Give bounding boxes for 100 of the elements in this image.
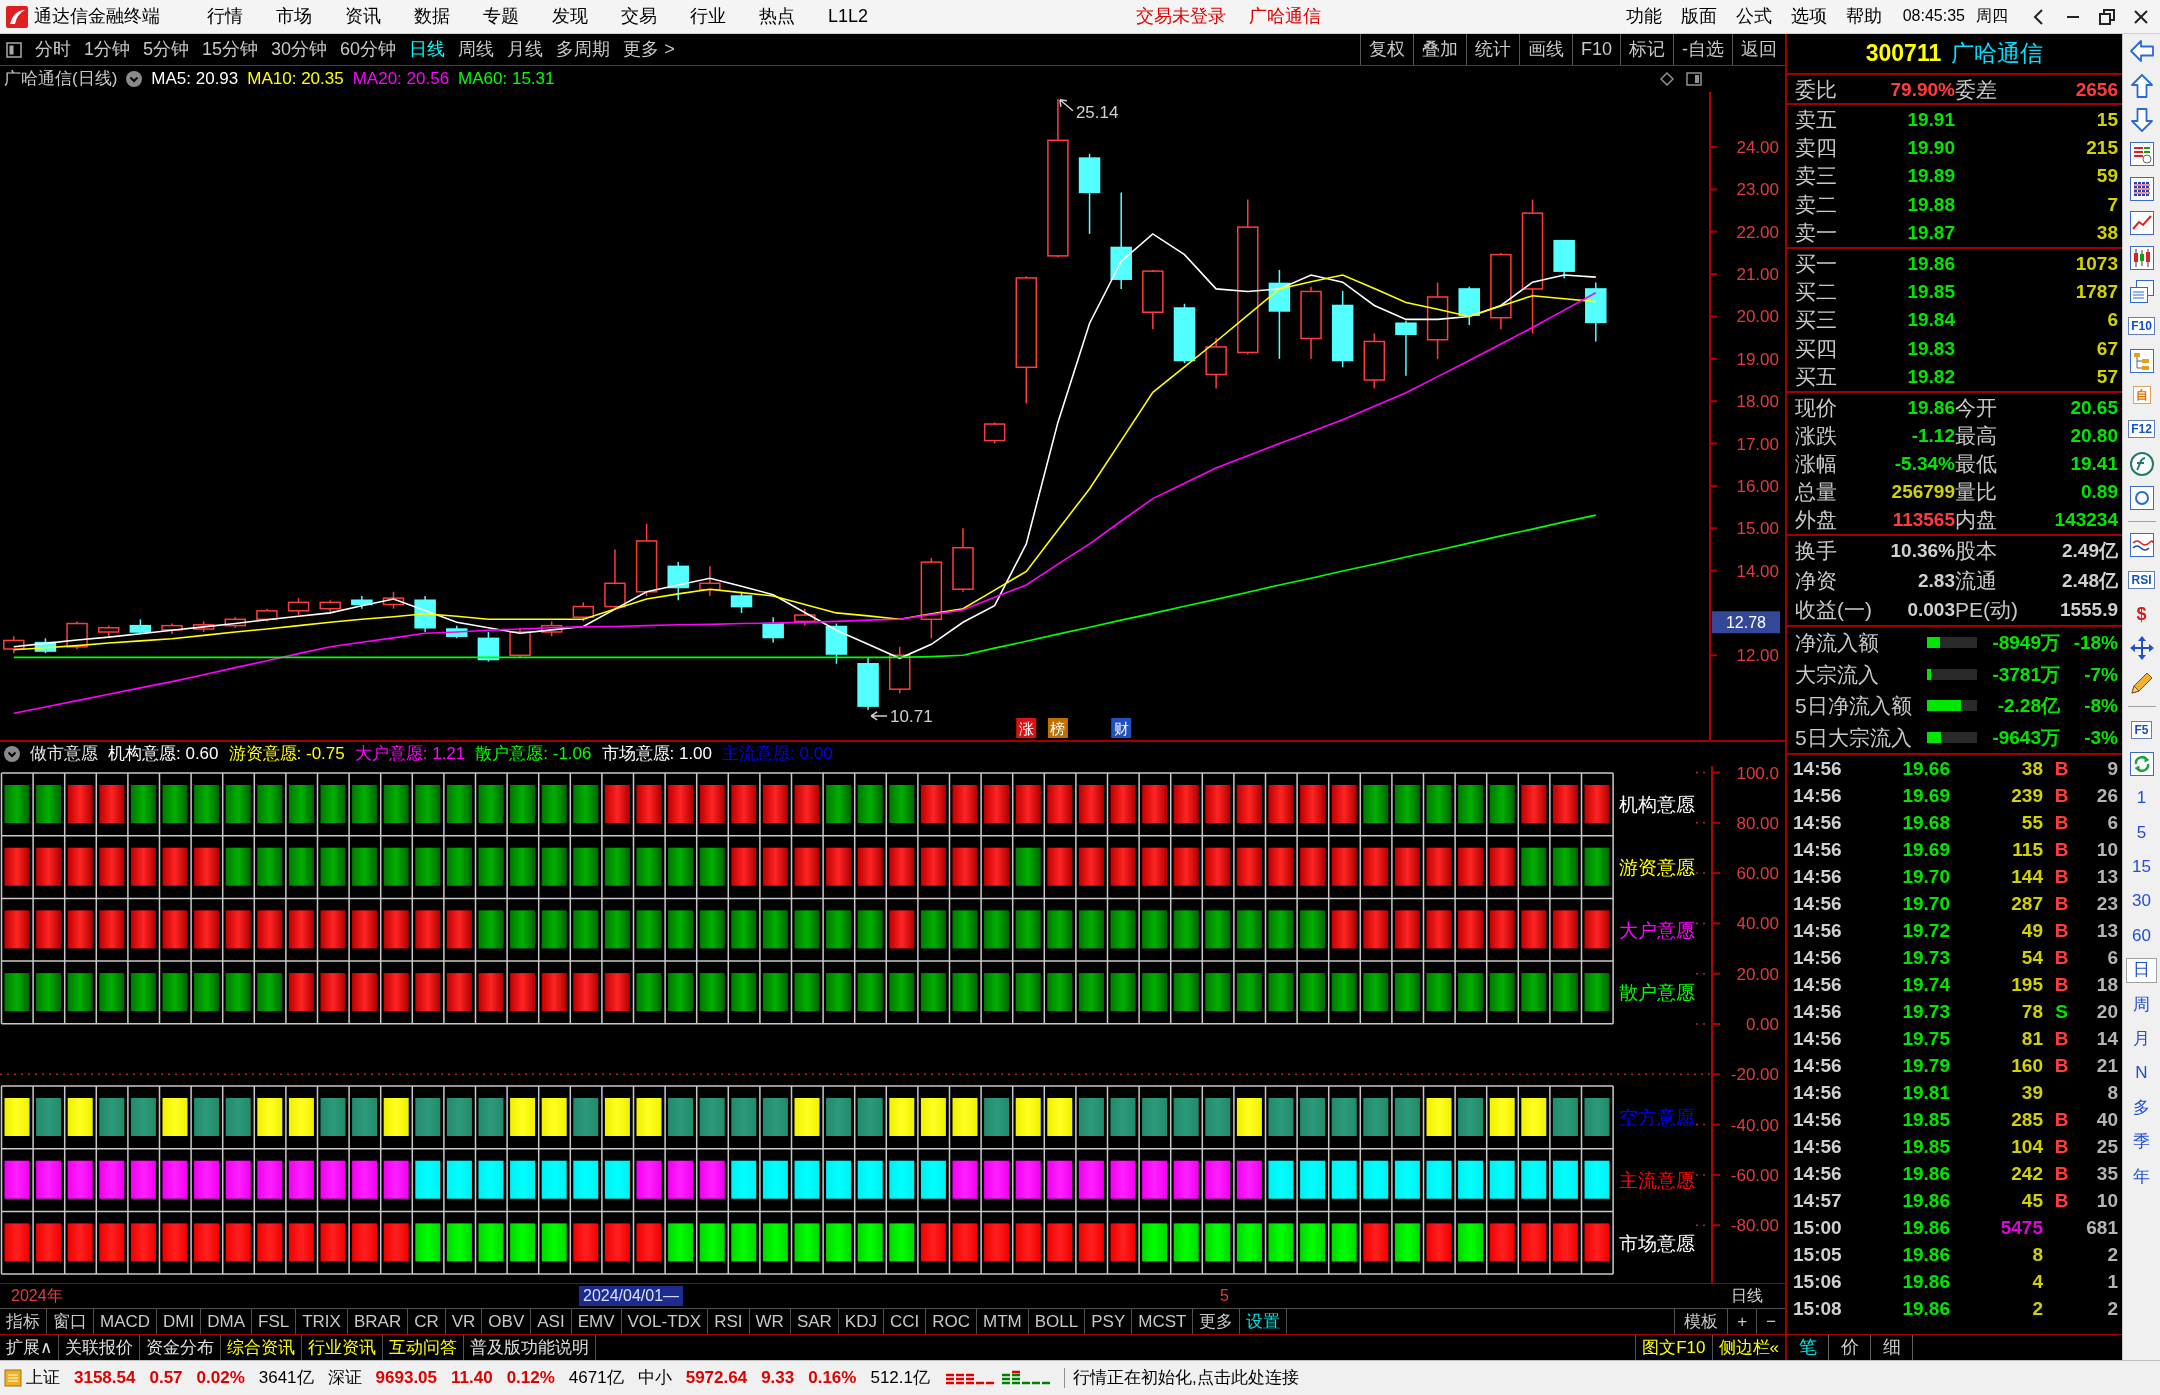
menu-item[interactable]: 热点 xyxy=(759,6,795,27)
period-tab[interactable]: 15分钟 xyxy=(202,39,259,60)
indicator-tab[interactable]: TRIX xyxy=(296,1309,348,1334)
period-tab[interactable]: 60分钟 xyxy=(340,39,397,60)
menu-item[interactable]: 帮助 xyxy=(1845,6,1882,27)
period-button[interactable]: 30 xyxy=(2126,890,2157,914)
toolbar-button[interactable]: -自选 xyxy=(1673,34,1732,65)
indicator-tab[interactable]: DMA xyxy=(201,1309,252,1334)
tool-button[interactable]: F5 xyxy=(2131,720,2152,739)
menu-item[interactable]: 行业 xyxy=(690,6,726,27)
indicator-tab[interactable]: WR xyxy=(749,1309,791,1334)
menu-item[interactable]: 公式 xyxy=(1735,6,1772,27)
template-button[interactable]: − xyxy=(1756,1309,1785,1334)
restore-icon[interactable] xyxy=(2098,7,2116,26)
table-icon[interactable] xyxy=(2128,141,2155,168)
indicator-tab[interactable]: MTM xyxy=(977,1309,1029,1334)
template-button[interactable]: + xyxy=(1727,1309,1757,1334)
menu-item[interactable]: 交易 xyxy=(621,6,657,27)
indicator-tab[interactable]: SAR xyxy=(790,1309,839,1334)
menu-item[interactable]: 版面 xyxy=(1680,6,1717,27)
tool-button[interactable]: F12 xyxy=(2128,420,2155,439)
indicator-tab[interactable]: FSL xyxy=(252,1309,297,1334)
formula-icon[interactable] xyxy=(2128,450,2155,477)
menu-item[interactable]: L1L2 xyxy=(828,6,869,27)
indicator-tab[interactable]: RSI xyxy=(708,1309,750,1334)
period-button[interactable]: 60 xyxy=(2126,924,2157,948)
period-button[interactable]: 年 xyxy=(2127,1165,2156,1189)
event-tag[interactable]: 财 xyxy=(1111,718,1132,738)
toolbar-button[interactable]: 画线 xyxy=(1518,34,1572,65)
dropdown-icon[interactable] xyxy=(126,71,143,87)
menu-item[interactable]: 选项 xyxy=(1790,6,1827,27)
diamond-icon[interactable] xyxy=(1660,72,1674,86)
panel-icon[interactable] xyxy=(1686,72,1702,86)
period-tab[interactable]: 更多 > xyxy=(623,39,675,60)
candlestick-icon[interactable] xyxy=(2128,244,2155,271)
indicator-tab[interactable]: 更多 xyxy=(1193,1309,1241,1334)
period-button[interactable]: 1 xyxy=(2130,787,2153,810)
toolbar-button[interactable]: 复权 xyxy=(1359,34,1413,65)
dropdown-icon[interactable] xyxy=(4,746,20,762)
wave-chart-icon[interactable] xyxy=(2128,532,2155,559)
indicator-tab[interactable]: VOL-TDX xyxy=(621,1309,709,1334)
indicator-tab[interactable]: VR xyxy=(445,1309,483,1334)
up-arrow-icon[interactable] xyxy=(2128,72,2155,99)
list-icon[interactable] xyxy=(2128,175,2155,202)
period-button[interactable]: 周 xyxy=(2127,993,2156,1017)
notice-text[interactable]: 交易未登录 xyxy=(1136,6,1227,27)
menu-item[interactable]: 行情 xyxy=(207,6,243,27)
windows-icon[interactable] xyxy=(2128,278,2155,305)
indicator-tab[interactable]: BRAR xyxy=(347,1309,409,1334)
panel-icon[interactable] xyxy=(6,41,22,58)
indicator-tab[interactable]: OBV xyxy=(482,1309,532,1334)
toolbar-button[interactable]: 统计 xyxy=(1465,34,1519,65)
toolbar-button[interactable]: 叠加 xyxy=(1412,34,1466,65)
period-button[interactable]: 季 xyxy=(2127,1131,2156,1154)
notice-text[interactable]: 广哈通信 xyxy=(1249,6,1322,27)
period-tab[interactable]: 5分钟 xyxy=(143,39,190,60)
menu-item[interactable]: 发现 xyxy=(552,6,588,27)
down-arrow-icon[interactable] xyxy=(2128,106,2155,133)
indicator-tab[interactable]: 设置 xyxy=(1240,1309,1288,1334)
status-message[interactable]: 行情正在初始化,点击此处连接 xyxy=(1063,1368,1299,1388)
period-tab[interactable]: 周线 xyxy=(458,39,495,60)
close-icon[interactable] xyxy=(2132,7,2150,26)
indicator-tab[interactable]: PSY xyxy=(1085,1309,1133,1334)
indicator-tab[interactable]: BOLL xyxy=(1028,1309,1086,1334)
period-button[interactable]: 5 xyxy=(2130,821,2153,845)
period-tab[interactable]: 分时 xyxy=(35,39,71,60)
period-tab[interactable]: 1分钟 xyxy=(84,39,130,60)
indicator-tab[interactable]: CR xyxy=(408,1309,446,1334)
tool-button[interactable]: F10 xyxy=(2128,317,2155,336)
line-chart-icon[interactable] xyxy=(2128,210,2155,237)
tree-icon[interactable] xyxy=(2128,347,2155,374)
indicator-tab[interactable]: ASI xyxy=(531,1309,572,1334)
indicator-tab[interactable]: MCST xyxy=(1132,1309,1194,1334)
indicator-tab[interactable]: ROC xyxy=(926,1309,978,1334)
template-button[interactable]: 模板 xyxy=(1674,1309,1728,1334)
menu-item[interactable]: 资讯 xyxy=(345,6,381,27)
refresh-icon[interactable] xyxy=(2128,751,2155,778)
tool-button[interactable]: RSI xyxy=(2128,570,2155,589)
indicator-tab[interactable]: 指标 xyxy=(0,1309,47,1334)
left-arrow-icon[interactable] xyxy=(2128,38,2155,65)
period-tab[interactable]: 日线 xyxy=(409,39,446,60)
period-button[interactable]: 15 xyxy=(2126,856,2157,879)
toolbar-button[interactable]: 返回 xyxy=(1732,34,1785,65)
indicator-tab[interactable]: 窗口 xyxy=(47,1309,94,1334)
menu-item[interactable]: 功能 xyxy=(1625,6,1662,27)
menu-item[interactable]: 数据 xyxy=(414,6,450,27)
toolbar-button[interactable]: 标记 xyxy=(1620,34,1673,65)
period-button[interactable]: N xyxy=(2129,1062,2154,1086)
move-icon[interactable] xyxy=(2128,635,2155,662)
indicator-tab[interactable]: MACD xyxy=(94,1309,158,1334)
event-tag[interactable]: 榜 xyxy=(1047,718,1068,738)
toolbar-button[interactable]: F10 xyxy=(1571,34,1620,65)
period-button[interactable]: 多 xyxy=(2127,1096,2156,1120)
indicator-tab[interactable]: DMI xyxy=(157,1309,202,1334)
period-tab[interactable]: 多周期 xyxy=(556,39,611,60)
indicator-tab[interactable]: EMV xyxy=(571,1309,622,1334)
period-tab[interactable]: 30分钟 xyxy=(271,39,328,60)
period-tab[interactable]: 月线 xyxy=(507,39,544,60)
period-button[interactable]: 日 xyxy=(2126,958,2157,983)
indicator-tab[interactable]: KDJ xyxy=(838,1309,884,1334)
